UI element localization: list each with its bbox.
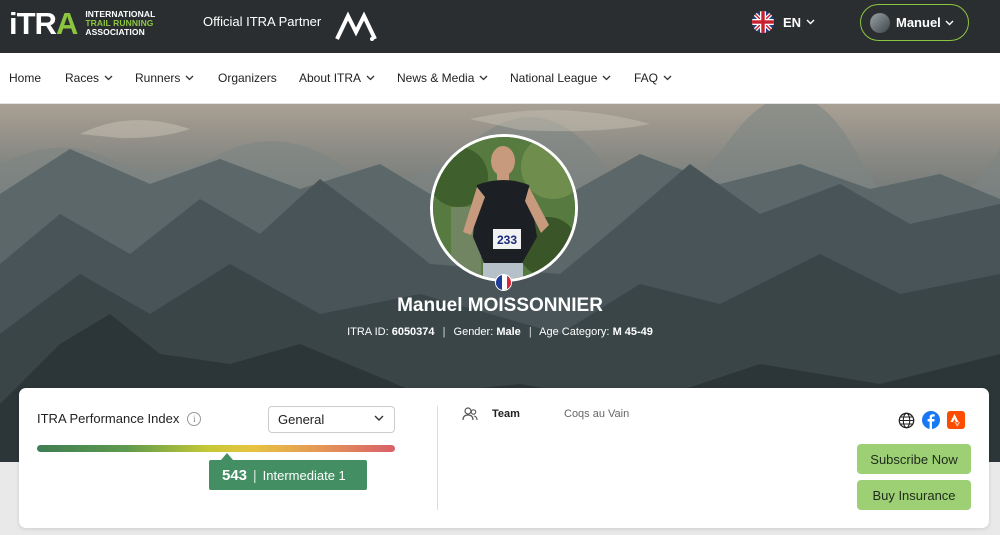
- gauge-marker: [220, 453, 233, 460]
- logo-mark: iTRA: [9, 5, 78, 41]
- team-icon: [462, 407, 478, 421]
- logo-text: INTERNATIONAL TRAIL RUNNING ASSOCIATION: [85, 8, 156, 37]
- performance-score: 543: [222, 466, 248, 484]
- runner-name: Manuel MOISSONNIER: [397, 295, 603, 316]
- performance-level: Intermediate 1: [262, 467, 346, 483]
- facebook-icon[interactable]: [922, 411, 940, 429]
- performance-gauge: [37, 445, 395, 452]
- social-links: [897, 411, 965, 429]
- itra-id-label: ITRA ID:: [347, 326, 389, 338]
- team-label: Team: [492, 408, 520, 420]
- chevron-down-icon: [806, 19, 815, 25]
- uk-flag-icon: [752, 11, 774, 33]
- nav-item-runners[interactable]: Runners: [135, 71, 194, 85]
- runner-photo: 233: [430, 134, 578, 282]
- user-menu-button[interactable]: Manuel: [860, 4, 969, 41]
- nav-item-home[interactable]: Home: [9, 71, 41, 85]
- bib-number: 233: [497, 233, 517, 247]
- nav-item-news-media[interactable]: News & Media: [397, 71, 488, 85]
- divider: [437, 406, 438, 510]
- performance-card: ITRA Performance Index i General 543 | I…: [19, 388, 989, 528]
- buy-insurance-button[interactable]: Buy Insurance: [857, 480, 971, 510]
- gender-value: Male: [496, 326, 521, 338]
- subscribe-button[interactable]: Subscribe Now: [857, 444, 971, 474]
- chevron-down-icon: [945, 20, 954, 25]
- itra-id-value: 6050374: [391, 326, 435, 338]
- partner-text: Official ITRA Partner: [203, 14, 322, 29]
- performance-index-label: ITRA Performance Index i: [37, 411, 202, 426]
- age-category-value: M 45-49: [612, 326, 653, 338]
- chevron-down-icon: [663, 75, 672, 81]
- globe-icon[interactable]: [897, 411, 915, 429]
- age-category-label: Age Category:: [539, 326, 610, 338]
- nav-item-organizers[interactable]: Organizers: [218, 71, 277, 85]
- main-nav: Home Races Runners Organizers About ITRA…: [0, 53, 1000, 104]
- strava-icon[interactable]: [947, 411, 965, 429]
- nav-item-races[interactable]: Races: [65, 71, 113, 85]
- runner-meta: ITRA ID: 6050374 | Gender: Male | Age Ca…: [0, 326, 1000, 338]
- info-icon[interactable]: i: [187, 411, 202, 426]
- language-selector[interactable]: EN: [752, 11, 815, 33]
- itra-logo[interactable]: iTRA INTERNATIONAL TRAIL RUNNING ASSOCIA…: [9, 6, 155, 40]
- user-name: Manuel: [896, 15, 941, 30]
- top-bar: iTRA INTERNATIONAL TRAIL RUNNING ASSOCIA…: [0, 0, 1000, 53]
- language-label: EN: [783, 14, 802, 30]
- france-flag-icon: [495, 274, 512, 291]
- nav-item-about[interactable]: About ITRA: [299, 71, 375, 85]
- separator: |: [528, 326, 532, 338]
- select-value: General: [278, 412, 325, 427]
- separator: |: [253, 467, 257, 483]
- team-value: Coqs au Vain: [564, 408, 630, 420]
- chevron-down-icon: [374, 415, 384, 421]
- chevron-down-icon: [602, 75, 611, 81]
- chevron-down-icon: [479, 75, 488, 81]
- gender-label: Gender:: [453, 326, 494, 338]
- avatar: [870, 12, 890, 33]
- chevron-down-icon: [366, 75, 375, 81]
- separator: |: [442, 326, 446, 338]
- performance-type-select[interactable]: General: [268, 406, 395, 433]
- chevron-down-icon: [104, 75, 113, 81]
- nav-item-faq[interactable]: FAQ: [634, 71, 672, 85]
- partner-logo-icon[interactable]: [335, 10, 377, 42]
- chevron-down-icon: [185, 75, 194, 81]
- performance-score-badge: 543 | Intermediate 1: [209, 460, 367, 490]
- nav-item-national-league[interactable]: National League: [510, 71, 611, 85]
